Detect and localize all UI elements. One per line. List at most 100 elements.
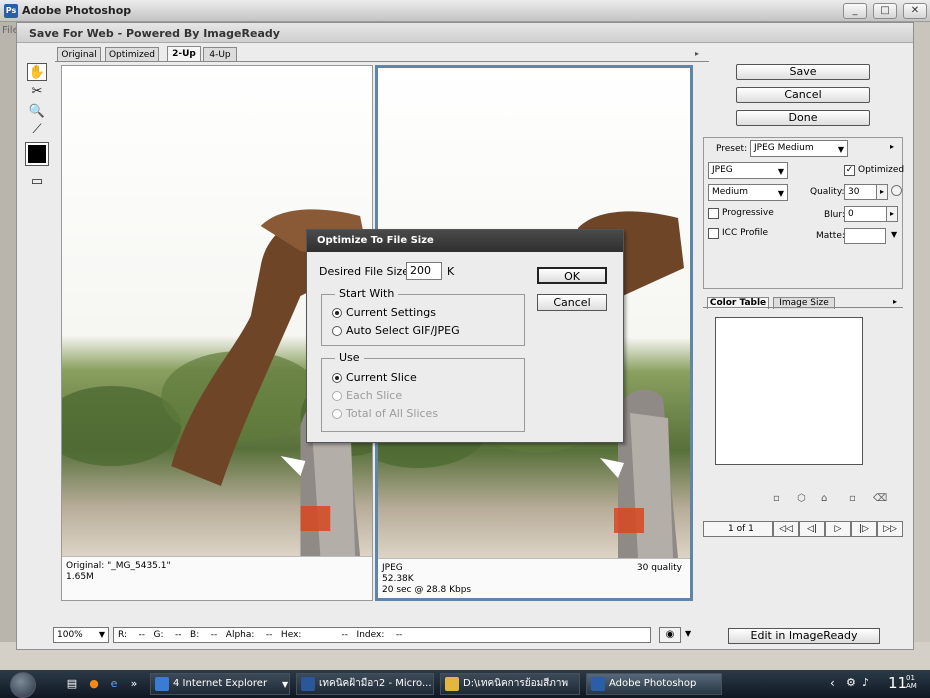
- desired-file-size-label: Desired File Size:: [319, 265, 413, 278]
- preset-value: JPEG Medium: [754, 143, 814, 153]
- zoom-tool-icon[interactable]: 🔍: [27, 103, 47, 121]
- modal-title: Optimize To File Size: [307, 230, 623, 252]
- ie-icon: [155, 677, 169, 691]
- optimized-label: Optimized: [858, 165, 905, 175]
- tab-original[interactable]: Original: [57, 47, 101, 62]
- optimized-checkbox[interactable]: ✓: [844, 165, 855, 176]
- preview-in-browser-icon[interactable]: ◉: [659, 627, 681, 643]
- icc-profile-checkbox[interactable]: [708, 228, 719, 239]
- chevron-down-icon: ▼: [837, 145, 844, 154]
- chevron-down-icon: ▼: [777, 189, 784, 198]
- quality-slider-arrow-icon[interactable]: ▸: [876, 184, 888, 200]
- matte-field[interactable]: [844, 228, 886, 244]
- tray-network-icon[interactable]: ⚙: [846, 676, 856, 689]
- lock-color-icon[interactable]: ⌂: [821, 493, 827, 504]
- original-info: Original: "_MG_5435.1" 1.65M: [62, 556, 372, 600]
- start-with-title: Start With: [335, 287, 399, 300]
- browser-menu-icon[interactable]: ▼: [685, 629, 691, 638]
- web-shift-icon[interactable]: ⬡: [797, 493, 806, 504]
- radio-current-slice[interactable]: [332, 373, 342, 383]
- save-button[interactable]: Save: [736, 64, 870, 80]
- quick-launch-notepad-icon[interactable]: ▤: [64, 676, 80, 692]
- format-select[interactable]: JPEG ▼: [708, 162, 788, 179]
- taskbar-label: Adobe Photoshop: [609, 678, 697, 689]
- progressive-checkbox[interactable]: [708, 208, 719, 219]
- desired-file-size-input[interactable]: 200: [406, 262, 442, 280]
- radio-current-settings[interactable]: [332, 308, 342, 318]
- quick-launch-ie-icon[interactable]: e: [106, 676, 122, 692]
- play-button[interactable]: ▷: [825, 521, 851, 537]
- label-current-settings[interactable]: Current Settings: [346, 306, 436, 319]
- clock-minute: 01 AM: [906, 674, 917, 690]
- taskbar-label: D:\เทคนิคการย้อมสีภาพ: [463, 678, 569, 689]
- color-shift-icon[interactable]: ▫: [773, 493, 780, 504]
- zoom-select[interactable]: 100% ▼: [53, 627, 109, 643]
- blur-field[interactable]: 0: [844, 206, 888, 222]
- hand-tool-icon[interactable]: ✋: [27, 63, 47, 81]
- new-color-icon[interactable]: ▫: [849, 493, 856, 504]
- photoshop-app-icon: Ps: [4, 4, 18, 18]
- format-value: JPEG: [712, 165, 733, 175]
- color-table-menu-icon[interactable]: ▸: [893, 297, 897, 306]
- next-frame-button[interactable]: |▷: [851, 521, 877, 537]
- maximize-button[interactable]: □: [873, 3, 897, 19]
- tab-optimized[interactable]: Optimized: [105, 47, 159, 62]
- tray-volume-icon[interactable]: ♪: [862, 676, 869, 689]
- sfw-titlebar: Save For Web - Powered By ImageReady: [17, 23, 913, 43]
- matte-dropdown-icon[interactable]: ▼: [891, 230, 897, 239]
- zoom-value: 100%: [57, 630, 83, 640]
- eyedropper-tool-icon[interactable]: ⟋: [27, 121, 47, 139]
- toggle-slices-icon[interactable]: ▭: [27, 173, 47, 191]
- quick-launch-firefox-icon[interactable]: ●: [86, 676, 102, 692]
- folder-icon: [445, 677, 459, 691]
- matte-label: Matte:: [816, 231, 845, 241]
- taskbar-folder[interactable]: D:\เทคนิคการย้อมสีภาพ: [440, 673, 580, 695]
- tray-back-icon[interactable]: ‹: [830, 676, 835, 690]
- color-readout: R: -- G: -- B: -- Alpha: -- Hex: -- Inde…: [113, 627, 651, 643]
- animation-pager: 1 of 1 ◁◁ ◁| ▷ |▷ ▷▷: [703, 521, 903, 539]
- edit-in-imageready-button[interactable]: Edit in ImageReady: [728, 628, 880, 644]
- chevron-down-icon: ▼: [98, 630, 105, 639]
- cancel-button[interactable]: Cancel: [537, 294, 607, 311]
- quality-field[interactable]: 30: [844, 184, 878, 200]
- minimize-button[interactable]: _: [843, 3, 867, 19]
- label-total-slices: Total of All Slices: [346, 407, 439, 420]
- first-frame-button[interactable]: ◁◁: [773, 521, 799, 537]
- optimize-settings-panel: Preset: JPEG Medium ▼ ▸ JPEG ▼ ✓ Optimiz…: [703, 137, 905, 289]
- sfw-title: Save For Web - Powered By ImageReady: [29, 27, 280, 40]
- last-frame-button[interactable]: ▷▷: [877, 521, 903, 537]
- blur-label: Blur:: [824, 210, 845, 220]
- done-button[interactable]: Done: [736, 110, 870, 126]
- taskbar-word-document[interactable]: เทคนิคฝ้ามือา2 - Micro...: [296, 673, 434, 695]
- preview-menu-icon[interactable]: ▸: [695, 49, 699, 58]
- close-button[interactable]: ✕: [903, 3, 927, 19]
- trash-icon[interactable]: ⌫: [873, 493, 887, 504]
- radio-each-slice: [332, 391, 342, 401]
- group-chevron-icon[interactable]: ▼: [282, 680, 288, 689]
- prev-frame-button[interactable]: ◁|: [799, 521, 825, 537]
- icc-profile-label: ICC Profile: [722, 228, 769, 238]
- quick-launch-more-icon[interactable]: »: [126, 676, 142, 692]
- taskbar-label: เทคนิคฝ้ามือา2 - Micro...: [319, 678, 432, 689]
- progressive-label: Progressive: [722, 208, 774, 218]
- chevron-down-icon: ▼: [777, 167, 784, 176]
- photoshop-titlebar: Ps Adobe Photoshop _ □ ✕: [0, 0, 930, 22]
- preset-select[interactable]: JPEG Medium ▼: [750, 140, 848, 157]
- slice-select-tool-icon[interactable]: ✂: [27, 83, 47, 101]
- label-current-slice[interactable]: Current Slice: [346, 371, 417, 384]
- settings-menu-icon[interactable]: ▸: [890, 142, 894, 151]
- quality-preset-select[interactable]: Medium ▼: [708, 184, 788, 201]
- color-table-area[interactable]: [715, 317, 863, 465]
- tab-2-up[interactable]: 2-Up: [167, 46, 201, 62]
- tab-4-up[interactable]: 4-Up: [203, 47, 237, 62]
- taskbar-photoshop[interactable]: Adobe Photoshop: [586, 673, 722, 695]
- eyedropper-color-swatch[interactable]: [25, 142, 49, 166]
- cancel-button[interactable]: Cancel: [736, 87, 870, 103]
- taskbar-internet-explorer[interactable]: 4 Internet Explorer: [150, 673, 290, 695]
- quality-mask-icon[interactable]: [891, 185, 902, 196]
- ok-button[interactable]: OK: [537, 267, 607, 284]
- label-auto-select[interactable]: Auto Select GIF/JPEG: [346, 324, 460, 337]
- start-button[interactable]: [10, 672, 36, 698]
- blur-slider-arrow-icon[interactable]: ▸: [886, 206, 898, 222]
- radio-auto-select[interactable]: [332, 326, 342, 336]
